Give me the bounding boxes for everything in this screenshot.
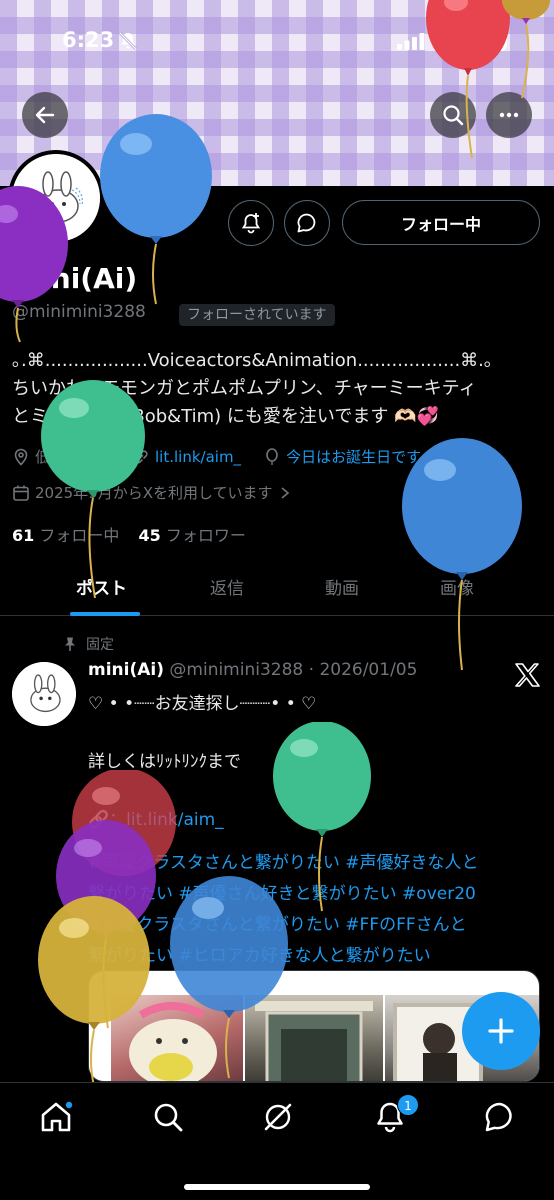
calendar-icon: [13, 485, 29, 501]
search-icon[interactable]: [150, 1099, 186, 1135]
tab-replies[interactable]: 返信: [210, 574, 244, 599]
pinned-label: 固定: [86, 637, 114, 653]
chat-bubble-icon: [297, 213, 316, 233]
post-line: ♡ • •┈┈お友達探し┈┈┈• • ♡: [88, 694, 317, 714]
messages-icon[interactable]: [482, 1099, 518, 1135]
following-button[interactable]: フォロー中: [342, 200, 540, 245]
yellow-balloon-icon: [502, 0, 550, 99]
post-handle-date: @minimini3288 · 2026/01/05: [169, 660, 418, 680]
bottom-nav: [0, 1082, 554, 1200]
pinned-indicator: 固定: [62, 634, 114, 654]
bell-off-icon: [119, 32, 137, 50]
message-button[interactable]: [284, 200, 330, 246]
follows-you-badge: フォローされています: [179, 304, 335, 326]
blue-balloon-icon: [100, 114, 212, 305]
back-button[interactable]: [22, 92, 68, 138]
home-indicator: [184, 1184, 370, 1190]
blue-balloon-icon: [170, 876, 288, 1079]
followers-label: フォロワー: [165, 526, 246, 545]
tab-videos[interactable]: 動画: [325, 574, 359, 599]
bell-plus-icon: [241, 213, 261, 234]
green-balloon-icon: [41, 380, 145, 599]
plus-icon: [488, 1018, 514, 1044]
following-count: 61: [12, 526, 35, 545]
red-balloon-icon: [426, 0, 510, 159]
post-header: mini(Ai) @minimini3288 · 2026/01/05: [88, 660, 417, 680]
rabbit-avatar-icon: [12, 662, 76, 726]
profile-link[interactable]: lit.link/aim_: [155, 448, 241, 466]
post-avatar[interactable]: [12, 662, 76, 726]
location-pin-icon: [14, 448, 28, 466]
home-icon[interactable]: [38, 1099, 74, 1135]
chevron-right-icon: [281, 486, 289, 499]
blue-balloon-icon: [402, 438, 522, 671]
arrow-left-icon: [35, 106, 55, 124]
balloon-icon: [266, 447, 278, 465]
bio-line: ｡.⌘..................Voiceactors&Animati…: [12, 350, 493, 371]
status-time: 6:23: [62, 28, 115, 52]
tab-active-indicator: [70, 612, 140, 616]
pin-icon: [65, 637, 75, 651]
purple-balloon-icon: [0, 186, 68, 343]
yellow-balloon-icon: [38, 896, 150, 1086]
notify-button[interactable]: [228, 200, 274, 246]
followers-link[interactable]: 45 フォロワー: [138, 526, 245, 545]
grok-icon[interactable]: [260, 1099, 296, 1135]
compose-post-button[interactable]: [462, 992, 540, 1070]
notification-badge: 1: [397, 1094, 419, 1116]
post-author[interactable]: mini(Ai): [88, 660, 164, 680]
